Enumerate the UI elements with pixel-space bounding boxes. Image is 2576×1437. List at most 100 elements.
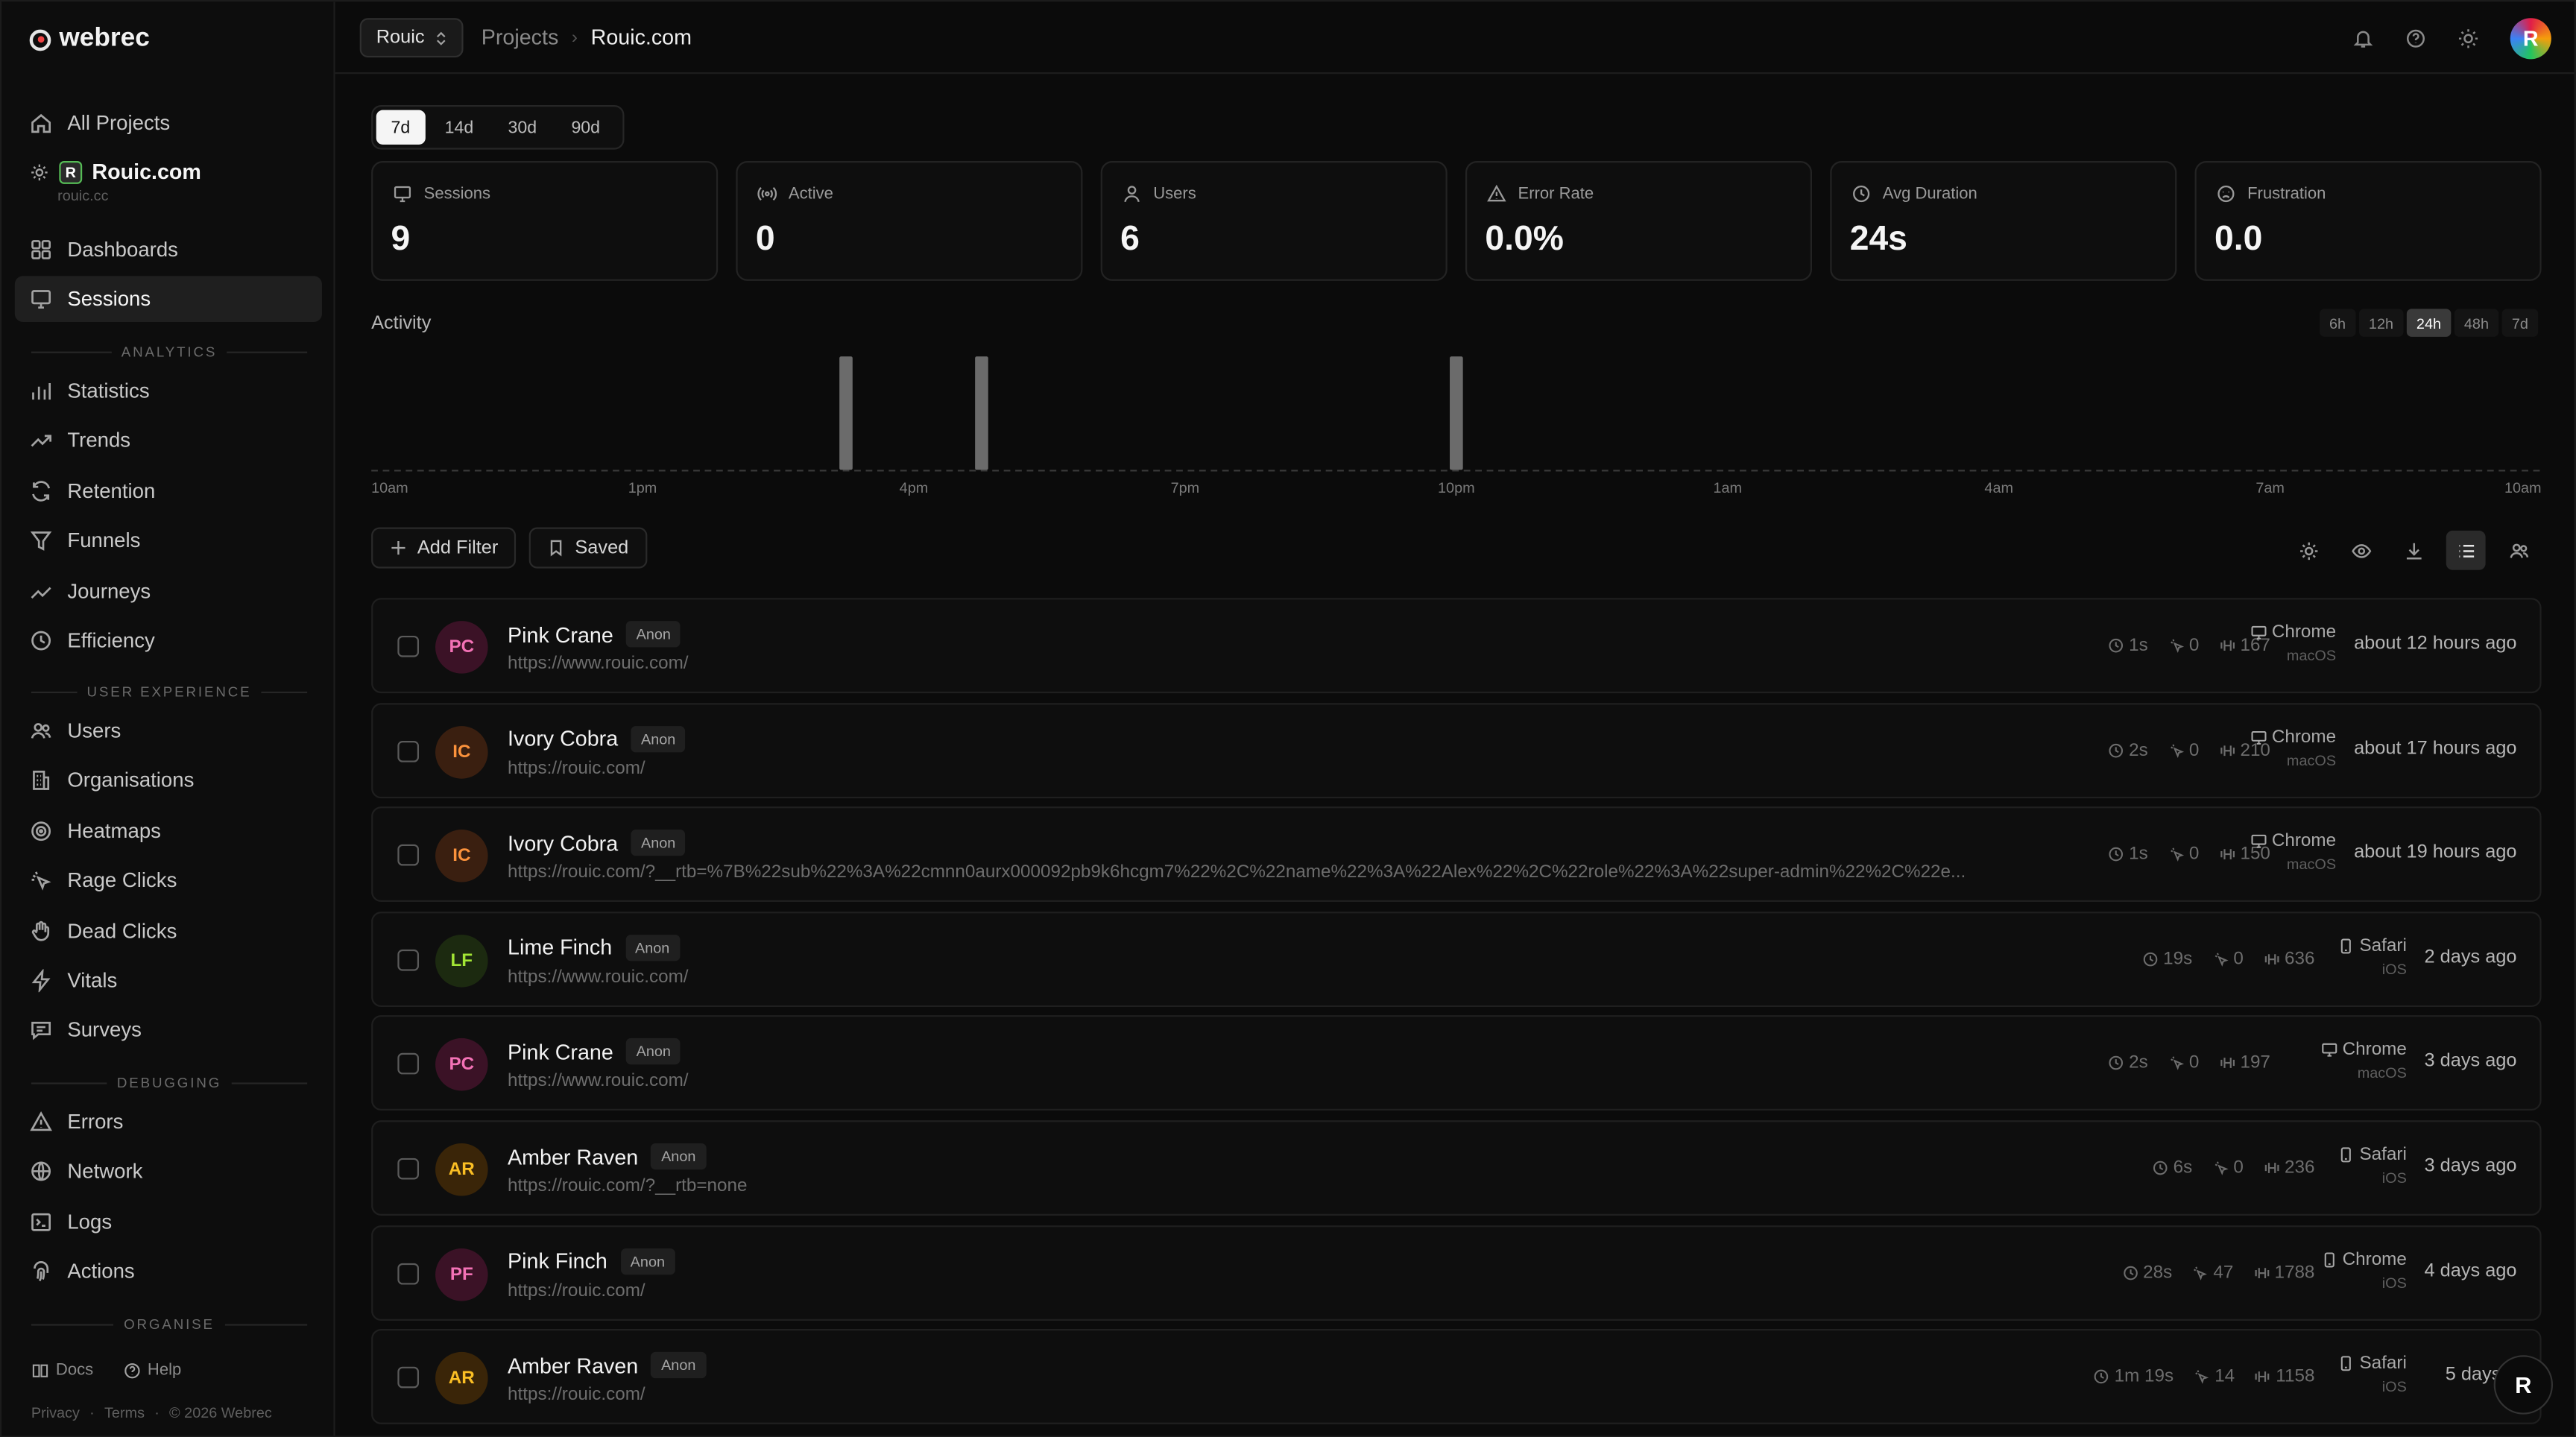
granularity-tab-12h[interactable]: 12h	[2358, 309, 2404, 337]
section-label-text: ORGANISE	[124, 1316, 215, 1333]
range-tab-30d[interactable]: 30d	[493, 110, 552, 145]
sidebar-item-statistics[interactable]: Statistics	[15, 368, 322, 414]
metric-events: 1788	[2253, 1263, 2314, 1282]
session-user-name[interactable]: Amber Raven	[508, 1144, 638, 1169]
row-checkbox[interactable]	[397, 1158, 420, 1180]
route-icon	[30, 579, 53, 602]
session-row[interactable]: IC Ivory Cobra Anon https://rouic.com/ 2…	[371, 702, 2542, 798]
clicks-value: 47	[2213, 1262, 2234, 1283]
breadcrumb-projects[interactable]: Projects	[482, 25, 559, 49]
sidebar-item-heatmaps[interactable]: Heatmaps	[15, 808, 322, 854]
sidebar-item-label: Heatmaps	[67, 819, 161, 843]
session-user-name[interactable]: Lime Finch	[508, 935, 612, 960]
sidebar-item-label: Sessions	[67, 287, 151, 311]
session-row[interactable]: PF Pink Finch Anon https://rouic.com/ 28…	[371, 1225, 2542, 1321]
floating-action-button[interactable]: R	[2493, 1355, 2554, 1415]
sidebar-item-funnels[interactable]: Funnels	[15, 518, 322, 564]
docs-link[interactable]: Docs	[31, 1362, 93, 1380]
bell-icon[interactable]	[2352, 28, 2374, 49]
stat-card-active: Active 0	[736, 160, 1083, 281]
clock-icon	[30, 629, 53, 652]
stat-card-avg-duration: Avg Duration 24s	[1830, 160, 2177, 281]
metric-duration: 6s	[2152, 1158, 2192, 1178]
brand-logo[interactable]: webrec	[29, 25, 150, 54]
section-label-text: ANALYTICS	[121, 343, 218, 360]
session-row[interactable]: LF Lime Finch Anon https://www.rouic.com…	[371, 911, 2542, 1007]
session-user-name[interactable]: Pink Finch	[508, 1248, 607, 1273]
browser-name: Chrome	[2271, 831, 2337, 852]
sidebar-item-all-projects[interactable]: All Projects	[15, 100, 322, 146]
row-checkbox[interactable]	[397, 844, 420, 866]
sidebar-item-label: Logs	[67, 1210, 113, 1234]
current-project[interactable]: R Rouic.com rouic.cc	[30, 160, 201, 203]
privacy-link[interactable]: Privacy	[31, 1404, 80, 1421]
sidebar-item-logs[interactable]: Logs	[15, 1198, 322, 1245]
sidebar-item-sessions[interactable]: Sessions	[14, 276, 322, 322]
granularity-tab-6h[interactable]: 6h	[2319, 309, 2356, 337]
metric-clicks: 14	[2194, 1367, 2235, 1387]
sun-icon[interactable]	[2457, 28, 2479, 49]
users-icon	[2507, 540, 2529, 561]
project-select[interactable]: Rouic	[359, 18, 464, 58]
range-tab-14d[interactable]: 14d	[430, 110, 488, 145]
help-icon[interactable]	[2405, 28, 2427, 49]
user-avatar[interactable]: R	[2510, 18, 2551, 60]
x-tick-label: 10am	[371, 480, 408, 496]
group-view-button[interactable]	[2498, 531, 2538, 570]
list-view-button[interactable]	[2446, 530, 2486, 570]
help-icon	[123, 1362, 141, 1380]
session-row[interactable]: PC Pink Crane Anon https://www.rouic.com…	[371, 598, 2542, 694]
settings-button[interactable]	[2288, 531, 2328, 570]
status-badge: Anon	[626, 621, 681, 648]
sidebar-item-retention[interactable]: Retention	[15, 468, 322, 514]
sidebar-item-dead-clicks[interactable]: Dead Clicks	[15, 908, 322, 954]
sidebar-item-trends[interactable]: Trends	[15, 418, 322, 464]
sidebar-item-network[interactable]: Network	[15, 1149, 322, 1195]
session-row[interactable]: AR Amber Raven Anon https://rouic.com/?_…	[371, 1120, 2542, 1216]
x-tick-label: 7am	[2255, 480, 2285, 496]
row-checkbox[interactable]	[397, 949, 420, 971]
session-user-name[interactable]: Pink Crane	[508, 1040, 613, 1064]
range-tab-7d[interactable]: 7d	[376, 110, 426, 145]
sidebar-item-actions[interactable]: Actions	[15, 1248, 322, 1295]
session-row[interactable]: IC Ivory Cobra Anon https://rouic.com/?_…	[371, 806, 2542, 903]
terms-link[interactable]: Terms	[104, 1404, 145, 1421]
chart-bar[interactable]	[975, 356, 988, 470]
granularity-tabs: 6h 12h 24h 48h 7d	[2319, 309, 2539, 337]
sidebar-item-efficiency[interactable]: Efficiency	[15, 618, 322, 664]
row-checkbox[interactable]	[397, 1262, 420, 1284]
metric-clicks: 0	[2212, 949, 2244, 969]
sidebar-item-vitals[interactable]: Vitals	[15, 958, 322, 1004]
granularity-tab-7d[interactable]: 7d	[2501, 309, 2539, 337]
session-user-name[interactable]: Amber Raven	[508, 1353, 638, 1377]
row-checkbox[interactable]	[397, 740, 420, 762]
sidebar-item-errors[interactable]: Errors	[15, 1099, 322, 1145]
sidebar-item-users[interactable]: Users	[15, 708, 322, 754]
row-checkbox[interactable]	[397, 1053, 420, 1076]
session-user-name[interactable]: Ivory Cobra	[508, 726, 618, 751]
sidebar-item-surveys[interactable]: Surveys	[15, 1008, 322, 1054]
sidebar-item-dashboards[interactable]: Dashboards	[15, 227, 322, 273]
chart-bar[interactable]	[1450, 356, 1463, 470]
session-user-name[interactable]: Pink Crane	[508, 622, 613, 646]
session-user-name[interactable]: Ivory Cobra	[508, 831, 618, 856]
metric-duration: 2s	[2107, 740, 2148, 760]
download-button[interactable]	[2393, 531, 2433, 570]
help-link[interactable]: Help	[123, 1362, 181, 1380]
row-checkbox[interactable]	[397, 635, 420, 657]
session-time: 3 days ago	[2424, 1052, 2517, 1072]
row-checkbox[interactable]	[397, 1367, 420, 1389]
range-tab-90d[interactable]: 90d	[557, 110, 615, 145]
granularity-tab-24h[interactable]: 24h	[2406, 309, 2452, 337]
session-row[interactable]: PC Pink Crane Anon https://www.rouic.com…	[371, 1015, 2542, 1111]
visibility-button[interactable]	[2341, 531, 2381, 570]
session-row[interactable]: AR Amber Raven Anon https://rouic.com/ 1…	[371, 1329, 2542, 1425]
sidebar-item-journeys[interactable]: Journeys	[15, 568, 322, 614]
saved-filters-button[interactable]: Saved	[528, 527, 647, 569]
chart-bar[interactable]	[839, 356, 853, 470]
date-range-tabs: 7d 14d 30d 90d	[371, 105, 625, 150]
sidebar-item-organisations[interactable]: Organisations	[15, 758, 322, 804]
add-filter-button[interactable]: Add Filter	[371, 527, 517, 569]
granularity-tab-48h[interactable]: 48h	[2454, 309, 2499, 337]
sidebar-item-rage-clicks[interactable]: Rage Clicks	[15, 858, 322, 904]
